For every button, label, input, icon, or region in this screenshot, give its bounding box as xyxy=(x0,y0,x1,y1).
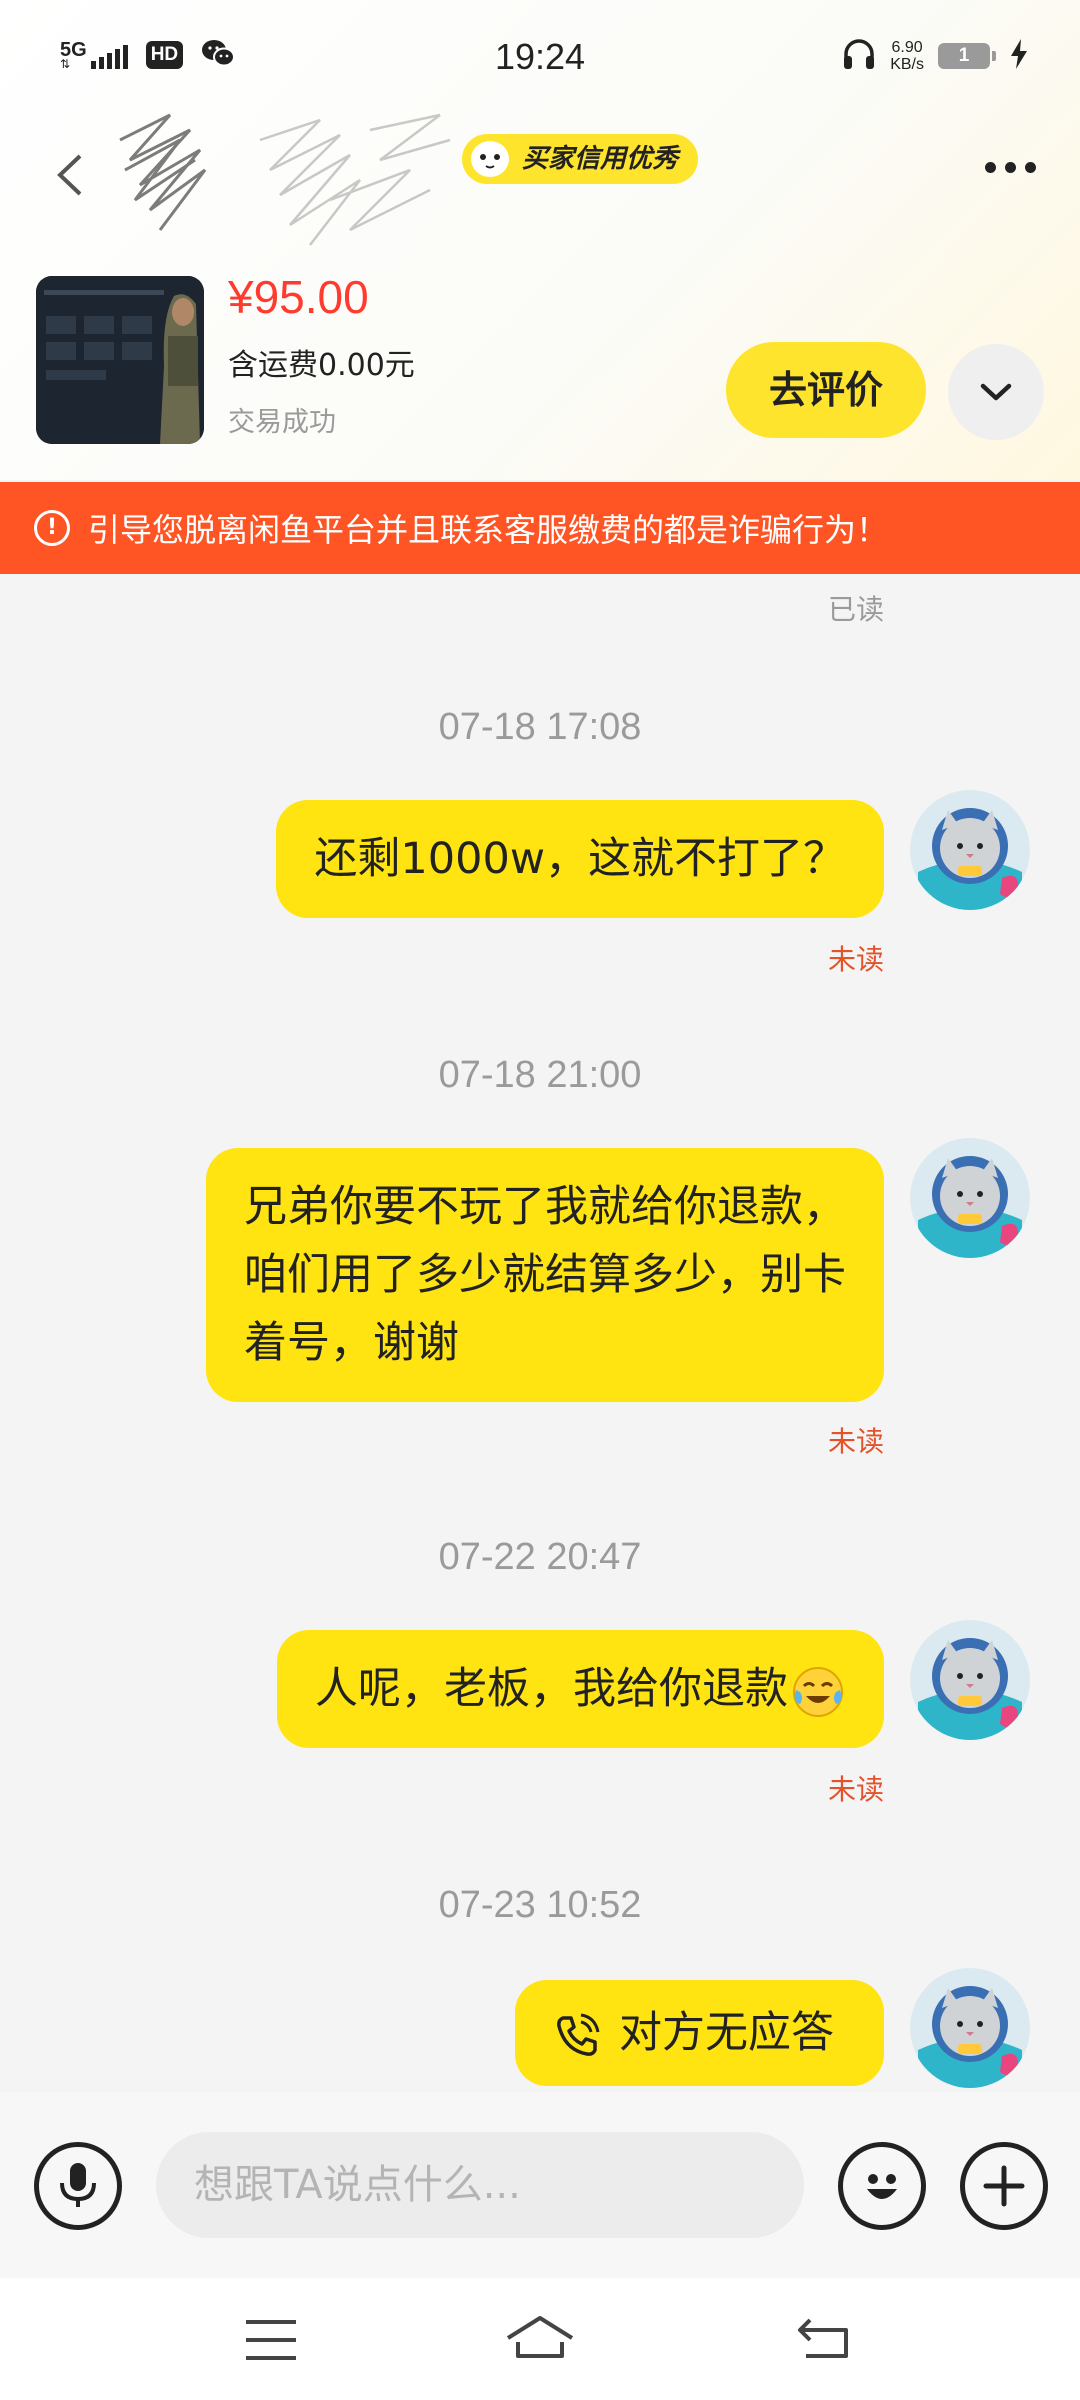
system-navigation-bar xyxy=(0,2278,1080,2400)
headphones-icon xyxy=(842,38,876,74)
fraud-warning-text: 引导您脱离闲鱼平台并且联系客服缴费的都是诈骗行为！ xyxy=(88,511,889,549)
back-arrow-icon[interactable] xyxy=(50,150,90,200)
call-record-bubble[interactable]: 对方无应答 xyxy=(515,1980,884,2086)
shipping-fee: 含运费0.00元 xyxy=(228,348,415,383)
unread-status: 未读 xyxy=(827,1773,884,1806)
battery-level: 1 xyxy=(958,45,970,66)
message-timestamp: 07-18 17:08 xyxy=(438,706,642,748)
chat-bubble-text: 咱们用了多少就结算多少，别卡 xyxy=(244,1250,846,1300)
message-timestamp: 07-22 20:47 xyxy=(438,1536,642,1578)
read-status: 已读 xyxy=(827,593,884,626)
chat-bubble-text: 着号，谢谢 xyxy=(244,1318,459,1368)
review-button[interactable]: 去评价 xyxy=(726,342,926,438)
trade-status: 交易成功 xyxy=(228,407,336,438)
call-status-text: 对方无应答 xyxy=(619,2008,834,2058)
charging-icon xyxy=(1010,39,1028,73)
chat-bubble[interactable]: 兄弟你要不玩了我就给你退款， 咱们用了多少就结算多少，别卡 着号，谢谢 xyxy=(206,1148,884,1402)
chat-bubble[interactable]: 还剩1000w，这就不打了？ xyxy=(276,800,884,918)
avatar[interactable] xyxy=(910,1968,1030,2088)
net-speed: 6.90 KB/s xyxy=(890,39,924,73)
message-timestamp: 07-18 21:00 xyxy=(438,1054,642,1096)
product-price: ¥95.00 xyxy=(228,271,369,323)
fraud-warning-banner: ! 引导您脱离闲鱼平台并且联系客服缴费的都是诈骗行为！ xyxy=(0,482,1080,574)
back-icon[interactable] xyxy=(796,2316,852,2364)
buyer-credit-badge[interactable]: 买家信用优秀 xyxy=(462,134,699,184)
chat-bubble[interactable]: 人呢，老板，我给你退款 xyxy=(277,1630,884,1748)
warning-circle-icon: ! xyxy=(34,510,70,546)
more-dots-icon[interactable] xyxy=(985,162,1036,173)
chat-bubble-text: 还剩1000w，这就不打了？ xyxy=(314,834,846,884)
phone-call-icon xyxy=(553,2012,601,2060)
fish-mascot-icon xyxy=(468,138,512,180)
chat-bubble-text: 兄弟你要不玩了我就给你退款， xyxy=(244,1182,846,1232)
message-input[interactable] xyxy=(156,2132,804,2238)
unread-status: 未读 xyxy=(827,1425,884,1458)
chat-bubble-text: 人呢，老板，我给你退款 xyxy=(315,1664,788,1714)
menu-icon[interactable] xyxy=(244,2318,298,2366)
avatar[interactable] xyxy=(910,1620,1030,1740)
seller-name-redacted[interactable] xyxy=(110,100,470,250)
net-speed-unit: KB/s xyxy=(890,56,924,73)
chevron-down-icon[interactable] xyxy=(948,344,1044,440)
credit-badge-text: 买家信用优秀 xyxy=(522,144,679,174)
home-icon[interactable] xyxy=(504,2314,576,2366)
crying-laughing-emoji-icon xyxy=(790,1664,846,1720)
status-right: 6.90 KB/s 1 xyxy=(842,38,1028,74)
message-input-bar xyxy=(0,2092,1080,2278)
unread-status: 未读 xyxy=(827,943,884,976)
battery-icon: 1 xyxy=(938,43,996,69)
smiley-icon[interactable] xyxy=(838,2142,926,2230)
net-speed-value: 6.90 xyxy=(891,39,923,56)
avatar[interactable] xyxy=(910,1138,1030,1258)
message-timestamp: 07-23 10:52 xyxy=(438,1884,642,1926)
avatar[interactable] xyxy=(910,790,1030,910)
product-thumbnail[interactable] xyxy=(36,276,204,444)
plus-icon[interactable] xyxy=(960,2142,1048,2230)
microphone-icon[interactable] xyxy=(34,2142,122,2230)
